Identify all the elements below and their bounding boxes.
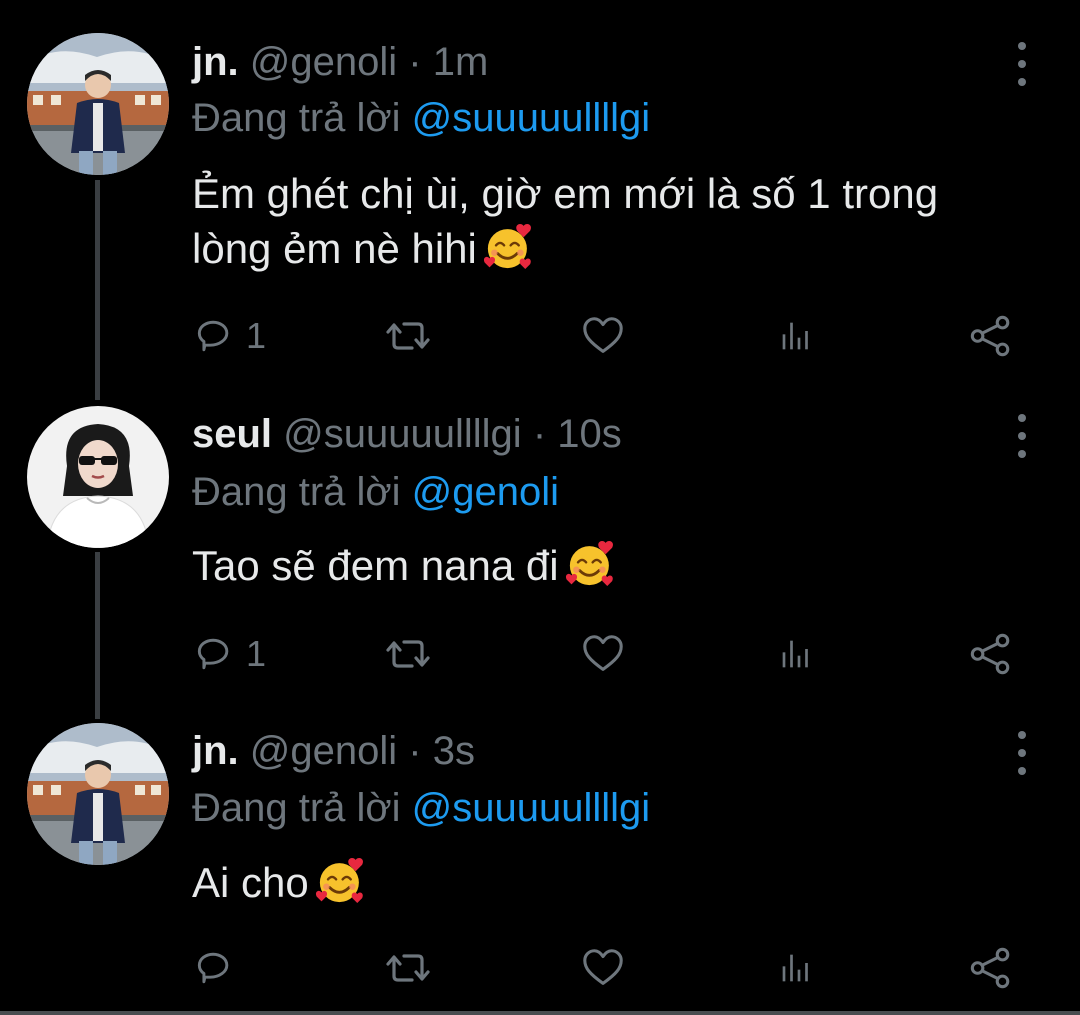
thread-line <box>95 180 100 400</box>
smiling-face-with-hearts-icon <box>565 538 617 590</box>
share-button[interactable] <box>968 944 1014 992</box>
share-icon <box>968 313 1014 359</box>
share-icon <box>968 945 1014 991</box>
retweet-button[interactable] <box>384 630 432 678</box>
tweet-text-line: lòng ẻm nè hihi <box>192 221 1052 276</box>
more-vertical-icon[interactable] <box>1004 731 1040 775</box>
tweet-text-line-1: Ai cho <box>192 859 309 906</box>
reply-button[interactable] <box>192 944 246 992</box>
timestamp[interactable]: 10s <box>557 412 622 456</box>
reply-count: 1 <box>246 315 267 356</box>
avatar[interactable] <box>27 33 169 175</box>
retweet-icon <box>384 944 432 992</box>
like-button[interactable] <box>580 630 626 678</box>
user-handle[interactable]: @suuuuullllgi <box>283 412 522 456</box>
more-vertical-icon[interactable] <box>1004 414 1040 458</box>
separator-dot: · <box>532 412 547 456</box>
user-handle[interactable]: @genoli <box>250 40 397 84</box>
reply-icon <box>192 632 236 676</box>
heart-icon <box>580 945 626 991</box>
tweet-actions: 1 <box>192 312 1022 360</box>
timestamp[interactable]: 3s <box>433 729 475 773</box>
smiling-face-with-hearts-icon <box>315 855 367 907</box>
tweet-text: Tao sẽ đem nana đi <box>192 538 1052 593</box>
retweet-icon <box>384 312 432 360</box>
heart-icon <box>580 631 626 677</box>
tweet-actions <box>192 944 1022 992</box>
smiling-face-with-hearts-icon <box>483 221 535 273</box>
reply-icon <box>192 946 236 990</box>
like-button[interactable] <box>580 944 626 992</box>
share-button[interactable] <box>968 630 1014 678</box>
display-name[interactable]: jn. <box>192 729 239 773</box>
display-name[interactable]: seul <box>192 412 272 456</box>
retweet-icon <box>384 630 432 678</box>
tweet-text: Ai cho <box>192 855 1052 910</box>
reply-count: 1 <box>246 633 267 674</box>
tweet-header: jn. @genoli · 3s <box>192 727 475 775</box>
more-vertical-icon[interactable] <box>1004 42 1040 86</box>
profile-photo <box>27 723 169 865</box>
analytics-button[interactable] <box>776 944 816 992</box>
separator-dot: · <box>408 40 422 84</box>
share-icon <box>968 631 1014 677</box>
analytics-icon <box>776 948 816 988</box>
tweet-text: Ẻm ghét chị ùi, giờ em mới là số 1 trong… <box>192 166 1052 276</box>
profile-photo <box>27 33 169 175</box>
share-button[interactable] <box>968 312 1014 360</box>
timestamp[interactable]: 1m <box>433 40 489 84</box>
avatar[interactable] <box>27 723 169 865</box>
mention-link[interactable]: @suuuuullllgi <box>412 96 651 140</box>
profile-photo <box>27 406 169 548</box>
replying-to-label: Đang trả lời <box>192 470 401 514</box>
tweet-text-line: Tao sẽ đem nana đi <box>192 538 1052 593</box>
retweet-button[interactable] <box>384 944 432 992</box>
tweet-text-line: Ai cho <box>192 855 1052 910</box>
separator-dot: · <box>408 729 422 773</box>
replying-to: Đang trả lời @suuuuullllgi <box>192 784 650 832</box>
retweet-button[interactable] <box>384 312 432 360</box>
replying-to-label: Đang trả lời <box>192 786 401 830</box>
replying-to: Đang trả lời @genoli <box>192 468 559 516</box>
reply-button[interactable]: 1 <box>192 312 266 360</box>
reply-button[interactable]: 1 <box>192 630 266 678</box>
mention-link[interactable]: @suuuuullllgi <box>412 786 651 830</box>
tweet-actions: 1 <box>192 630 1022 678</box>
mention-link[interactable]: @genoli <box>412 470 559 514</box>
analytics-icon <box>776 634 816 674</box>
tweet-text-line-1: Tao sẽ đem nana đi <box>192 542 559 589</box>
avatar[interactable] <box>27 406 169 548</box>
tweet-header: jn. @genoli · 1m <box>192 38 488 86</box>
heart-icon <box>580 313 626 359</box>
replying-to-label: Đang trả lời <box>192 96 401 140</box>
replying-to: Đang trả lời @suuuuullllgi <box>192 94 650 142</box>
analytics-button[interactable] <box>776 312 816 360</box>
tweet-text-line-2: lòng ẻm nè hihi <box>192 225 477 272</box>
user-handle[interactable]: @genoli <box>250 729 397 773</box>
bottom-divider <box>0 1011 1080 1015</box>
thread-line <box>95 552 100 719</box>
like-button[interactable] <box>580 312 626 360</box>
reply-icon <box>192 314 236 358</box>
display-name[interactable]: jn. <box>192 40 239 84</box>
analytics-button[interactable] <box>776 630 816 678</box>
tweet-header: seul @suuuuullllgi · 10s <box>192 410 622 458</box>
analytics-icon <box>776 316 816 356</box>
tweet-text-line: Ẻm ghét chị ùi, giờ em mới là số 1 trong <box>192 170 939 217</box>
